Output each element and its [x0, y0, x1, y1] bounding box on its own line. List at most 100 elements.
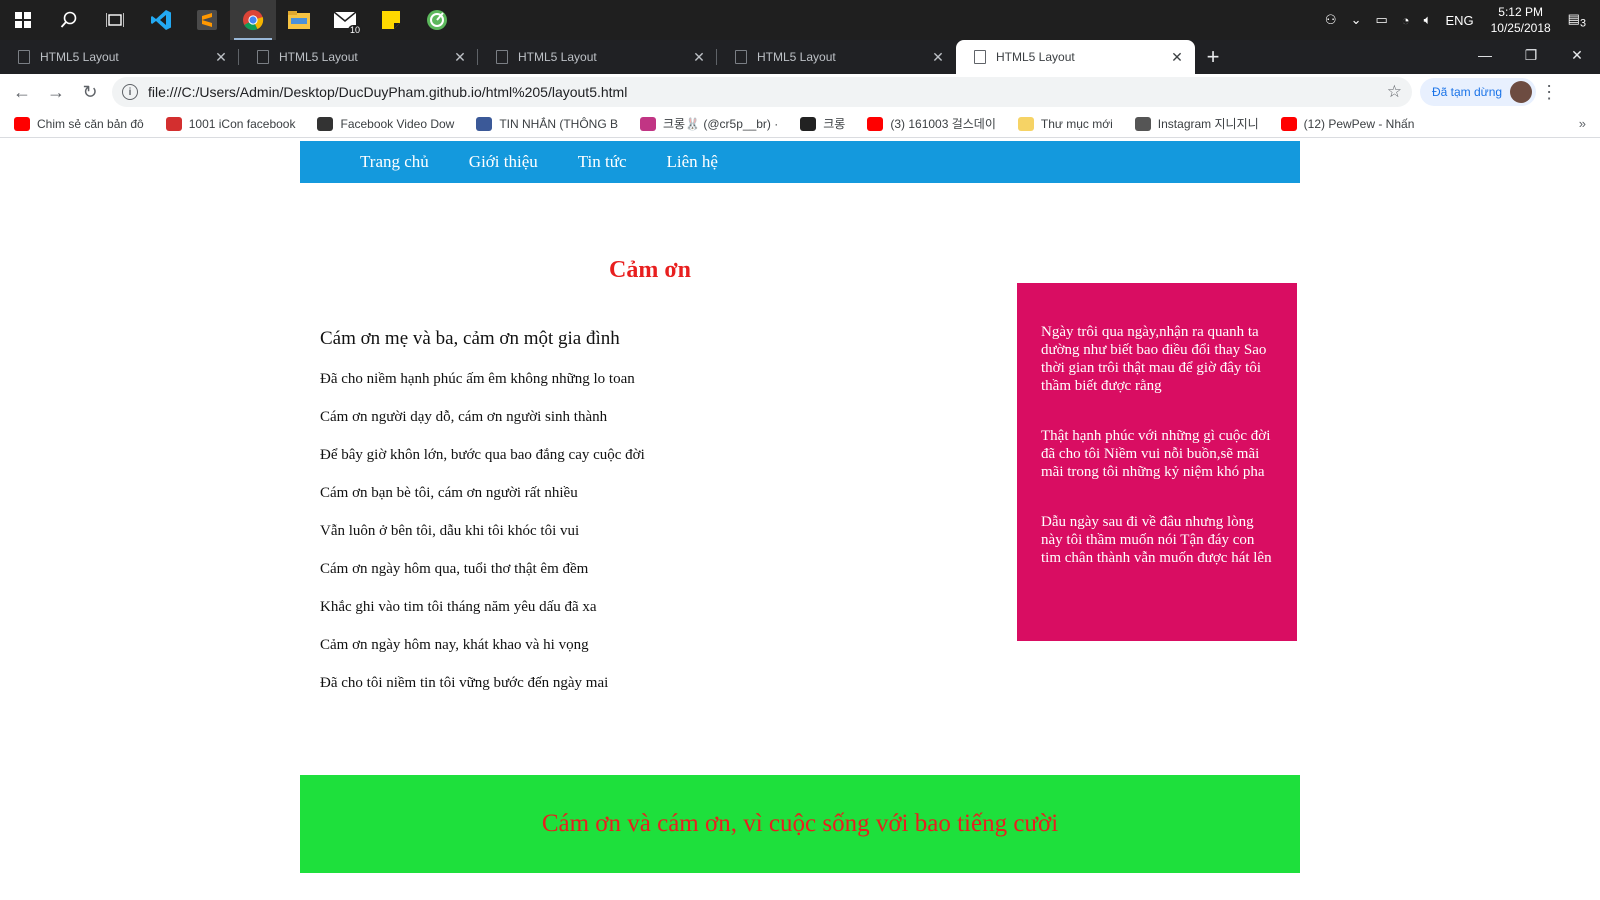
- task-view-icon: [106, 13, 124, 27]
- task-view-button[interactable]: [92, 0, 138, 40]
- search-button[interactable]: [46, 0, 92, 40]
- vscode-app[interactable]: [138, 0, 184, 40]
- browser-tab-3[interactable]: HTML5 Layout ✕: [478, 40, 717, 74]
- clock[interactable]: 5:12 PM 10/25/2018: [1481, 4, 1561, 36]
- wifi-icon[interactable]: ◔: [1395, 13, 1417, 28]
- close-tab-icon[interactable]: ✕: [213, 49, 229, 66]
- nav-link-home[interactable]: Trang chủ: [360, 152, 429, 172]
- tab-title: HTML5 Layout: [518, 50, 597, 64]
- browser-tab-5-active[interactable]: HTML5 Layout ✕: [956, 40, 1195, 74]
- new-tab-button[interactable]: +: [1195, 40, 1231, 74]
- browser-tab-1[interactable]: HTML5 Layout ✕: [0, 40, 239, 74]
- bookmark-item[interactable]: Chim sẻ căn bản đô: [14, 116, 144, 131]
- sublime-icon: [197, 10, 217, 30]
- youtube-icon: [867, 116, 884, 131]
- poem-subtitle: Cám ơn mẹ và ba, cảm ơn một gia đình: [320, 328, 620, 349]
- bookmark-item[interactable]: 크롱: [800, 115, 845, 132]
- tab-title: HTML5 Layout: [279, 50, 358, 64]
- bookmark-label: 크롱: [823, 117, 846, 131]
- close-tab-icon[interactable]: ✕: [452, 49, 468, 66]
- bookmark-item[interactable]: TIN NHẮN (THÔNG B: [476, 116, 618, 131]
- restore-button[interactable]: ❐: [1508, 40, 1554, 70]
- language-indicator[interactable]: ENG: [1438, 13, 1480, 28]
- avatar: [1510, 81, 1533, 103]
- footer-text: Cám ơn và cám ơn, vì cuộc sống với bao t…: [541, 810, 1059, 837]
- close-tab-icon[interactable]: ✕: [691, 49, 707, 66]
- v-logo-icon: [165, 116, 182, 131]
- reload-button[interactable]: ↻: [74, 76, 106, 108]
- poem-line: Cám ơn ngày hôm qua, tuổi thơ thật êm đề…: [320, 561, 589, 577]
- top-nav: Trang chủ Giới thiệu Tin tức Liên hệ: [300, 141, 1300, 183]
- bookmark-star-icon[interactable]: ☆: [1387, 82, 1402, 102]
- url-text[interactable]: file:///C:/Users/Admin/Desktop/DucDuyPha…: [148, 84, 1387, 100]
- folder-icon: [1017, 116, 1034, 131]
- profile-status: Đã tạm dừng: [1432, 85, 1503, 99]
- mail-app[interactable]: 10: [322, 0, 368, 40]
- browser-tab-4[interactable]: HTML5 Layout ✕: [717, 40, 956, 74]
- chevron-up-icon[interactable]: ⌄: [1344, 12, 1369, 28]
- battery-icon[interactable]: ▭: [1368, 12, 1394, 28]
- back-button[interactable]: ←: [6, 76, 38, 108]
- minimize-button[interactable]: —: [1462, 40, 1508, 70]
- browser-tab-2[interactable]: HTML5 Layout ✕: [239, 40, 478, 74]
- poem-line: Để bây giờ khôn lớn, bước qua bao đắng c…: [320, 447, 645, 463]
- bookmark-label: Instagram 지니지니: [1157, 117, 1259, 131]
- volume-icon[interactable]: 🔈︎: [1417, 12, 1439, 28]
- tab-title: HTML5 Layout: [996, 50, 1075, 64]
- profile-button[interactable]: Đã tạm dừng: [1420, 78, 1537, 106]
- browser-toolbar: ← → ↻ i file:///C:/Users/Admin/Desktop/D…: [0, 74, 1600, 110]
- page-footer: Cám ơn và cám ơn, vì cuộc sống với bao t…: [300, 775, 1300, 873]
- people-icon[interactable]: ⚇: [1318, 12, 1344, 28]
- file-explorer-app[interactable]: [276, 0, 322, 40]
- more-bookmarks-icon[interactable]: »: [1579, 116, 1586, 131]
- window-controls: — ❐ ✕: [1462, 40, 1600, 70]
- address-bar[interactable]: i file:///C:/Users/Admin/Desktop/DucDuyP…: [112, 77, 1412, 107]
- windows-taskbar: 10 ⚇ ⌄ ▭ ◔ 🔈︎ ENG 5:12 PM 10/25/2018 ▤3: [0, 0, 1600, 40]
- tab-strip: HTML5 Layout ✕ HTML5 Layout ✕ HTML5 Layo…: [0, 40, 1600, 74]
- bookmark-item[interactable]: 1001 iCon facebook: [165, 116, 295, 131]
- crsp-icon: [800, 116, 817, 131]
- poem-line: Vẫn luôn ở bên tôi, dẫu khi tôi khóc tôi…: [320, 523, 580, 539]
- bookmark-item[interactable]: (12) PewPew - Nhấn: [1280, 116, 1415, 131]
- chrome-app[interactable]: [230, 0, 276, 40]
- start-button[interactable]: [0, 0, 46, 40]
- close-window-button[interactable]: ✕: [1554, 40, 1600, 70]
- bookmark-label: (12) PewPew - Nhấn: [1303, 116, 1415, 131]
- nav-link-contact[interactable]: Liên hệ: [667, 152, 718, 172]
- bookmark-item[interactable]: 크롱🐰 (@cr5p__br) ·: [640, 115, 778, 132]
- page-icon: [735, 50, 747, 64]
- page-icon: [18, 50, 30, 64]
- bookmark-item[interactable]: Thư mục mới: [1017, 116, 1113, 131]
- search-icon: [60, 11, 77, 28]
- bookmark-item[interactable]: (3) 161003 걸스데이: [867, 115, 996, 132]
- folder-icon: [288, 11, 310, 29]
- forward-button[interactable]: →: [40, 76, 72, 108]
- page-icon: [496, 50, 508, 64]
- bookmark-label: Facebook Video Dow: [340, 116, 455, 131]
- sublime-app[interactable]: [184, 0, 230, 40]
- info-icon[interactable]: i: [122, 84, 138, 100]
- sidebar-paragraph: Ngày trôi qua ngày,nhận ra quanh ta dườn…: [1041, 324, 1267, 394]
- chrome-icon: [243, 10, 264, 31]
- nav-link-about[interactable]: Giới thiệu: [469, 152, 538, 172]
- bookmark-item[interactable]: Instagram 지니지니: [1134, 115, 1259, 132]
- nav-link-news[interactable]: Tin tức: [578, 152, 627, 172]
- poem-line: Đã cho tôi niềm tin tôi vững bước đến ng…: [320, 675, 609, 691]
- bookmarks-bar: Chim sẻ căn bản đô 1001 iCon facebook Face…: [0, 110, 1600, 138]
- bookmark-label: (3) 161003 걸스데이: [890, 117, 996, 131]
- bookmark-item[interactable]: Facebook Video Dow: [317, 116, 455, 131]
- clock-date: 10/25/2018: [1490, 21, 1551, 35]
- page-icon: [974, 50, 986, 64]
- facebook-icon: [317, 116, 334, 131]
- close-tab-icon[interactable]: ✕: [930, 49, 946, 66]
- action-center-button[interactable]: ▤3: [1561, 11, 1600, 30]
- instagram-icon: [640, 116, 657, 131]
- poem-line: Cám ơn bạn bè tôi, cám ơn người rất nhiề…: [320, 485, 578, 501]
- system-tray: ⚇ ⌄ ▭ ◔ 🔈︎ ENG 5:12 PM 10/25/2018 ▤3: [1318, 0, 1600, 40]
- sticky-notes-icon: [382, 11, 400, 29]
- close-tab-icon[interactable]: ✕: [1169, 49, 1185, 66]
- green-app[interactable]: [414, 0, 460, 40]
- menu-icon[interactable]: ⋮: [1536, 82, 1562, 103]
- green-circle-app-icon: [427, 10, 447, 30]
- sticky-notes-app[interactable]: [368, 0, 414, 40]
